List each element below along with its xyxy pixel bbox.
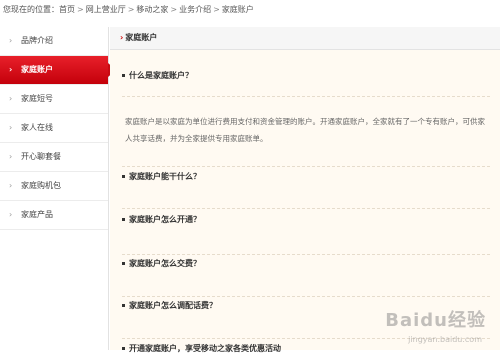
chevron-right-icon: › <box>9 210 13 219</box>
chevron-right-icon: › <box>120 33 124 42</box>
faq-question-how-open[interactable]: 家庭账户怎么开通？ <box>122 214 201 225</box>
faq-question-how-pay[interactable]: 家庭账户怎么交费？ <box>122 258 201 269</box>
watermark-logo: Baidu经验 <box>385 310 486 331</box>
faq-question-text: 什么是家庭账户？ <box>129 71 193 80</box>
sidebar-item-label: 家人在线 <box>21 123 53 132</box>
watermark-url: jingyan.baidu.com <box>408 335 482 344</box>
sidebar: › 品牌介绍 › 家庭账户 › 家庭短号 › 家人在线 › 开心聊套餐 › 家庭… <box>0 27 116 350</box>
breadcrumb: 您现在的位置：首页 > 网上营业厅 > 移动之家 > 业务介绍 > 家庭账户 <box>3 3 254 17</box>
breadcrumb-separator: > <box>77 5 84 14</box>
faq-answer-what-is: 家庭账户是以家庭为单位进行费用支付和资金管理的账户。开通家庭账户，全家就有了一个… <box>125 117 485 143</box>
sidebar-item-label: 家庭产品 <box>21 210 53 219</box>
divider <box>122 166 490 167</box>
divider <box>122 208 490 209</box>
sidebar-item-label: 家庭账户 <box>21 65 53 74</box>
bullet-icon <box>122 175 125 178</box>
divider <box>122 254 490 255</box>
chevron-right-icon: › <box>9 36 13 45</box>
sidebar-item-happy-chat-plan[interactable]: › 开心聊套餐 <box>0 143 108 172</box>
breadcrumb-item-business-intro[interactable]: 业务介绍 <box>179 5 211 14</box>
faq-question-what-is[interactable]: 什么是家庭账户？ <box>122 70 193 81</box>
bullet-icon <box>122 304 125 307</box>
breadcrumb-separator: > <box>127 5 135 14</box>
faq-question-text: 家庭账户能干什么？ <box>129 172 201 181</box>
sidebar-item-label: 开心聊套餐 <box>21 152 61 161</box>
main-header: › 家庭账户 <box>110 27 500 50</box>
sidebar-item-label: 家庭短号 <box>21 94 53 103</box>
breadcrumb-item-mobile-home[interactable]: 移动之家 <box>136 5 168 14</box>
divider <box>122 296 490 297</box>
breadcrumb-separator: > <box>213 5 220 14</box>
chevron-right-icon: › <box>9 65 13 74</box>
sidebar-item-family-online[interactable]: › 家人在线 <box>0 114 108 143</box>
divider <box>122 96 490 97</box>
breadcrumb-item-current: 家庭账户 <box>221 5 254 14</box>
chevron-right-icon: › <box>9 94 13 103</box>
breadcrumb-prefix: 您现在的位置： <box>3 5 59 14</box>
chevron-right-icon: › <box>9 152 13 161</box>
faq-question-how-allocate[interactable]: 家庭账户怎么调配话费？ <box>122 300 217 311</box>
faq-question-text: 家庭账户怎么开通？ <box>129 215 201 224</box>
faq-question-text: 开通家庭账户，享受移动之家各类优惠活动 <box>129 344 281 353</box>
sidebar-item-family-short-number[interactable]: › 家庭短号 <box>0 85 108 114</box>
faq-question-promotions[interactable]: 开通家庭账户，享受移动之家各类优惠活动 <box>122 343 281 354</box>
bullet-icon <box>122 262 125 265</box>
main-panel: › 家庭账户 什么是家庭账户？ 家庭账户是以家庭为单位进行费用支付和资金管理的账户… <box>110 27 500 353</box>
faq-question-what-can-do[interactable]: 家庭账户能干什么？ <box>122 171 201 182</box>
faq-question-text: 家庭账户怎么交费？ <box>129 259 201 268</box>
breadcrumb-item-online-hall[interactable]: 网上营业厅 <box>86 5 126 14</box>
sidebar-item-family-account[interactable]: › 家庭账户 <box>0 56 116 85</box>
chevron-right-icon: › <box>9 123 13 132</box>
bullet-icon <box>122 218 125 221</box>
sidebar-item-label: 品牌介绍 <box>21 36 53 45</box>
chevron-right-icon: › <box>9 181 13 190</box>
sidebar-item-label: 家庭购机包 <box>21 181 61 190</box>
breadcrumb-separator: > <box>170 5 178 14</box>
page-title: 家庭账户 <box>125 33 158 42</box>
sidebar-item-family-phone-bundle[interactable]: › 家庭购机包 <box>0 172 108 201</box>
bullet-icon <box>122 74 125 77</box>
faq-question-text: 家庭账户怎么调配话费？ <box>129 301 217 310</box>
sidebar-item-family-products[interactable]: › 家庭产品 <box>0 201 108 230</box>
breadcrumb-item-home[interactable]: 首页 <box>59 5 75 14</box>
sidebar-item-brand-intro[interactable]: › 品牌介绍 <box>0 27 108 56</box>
